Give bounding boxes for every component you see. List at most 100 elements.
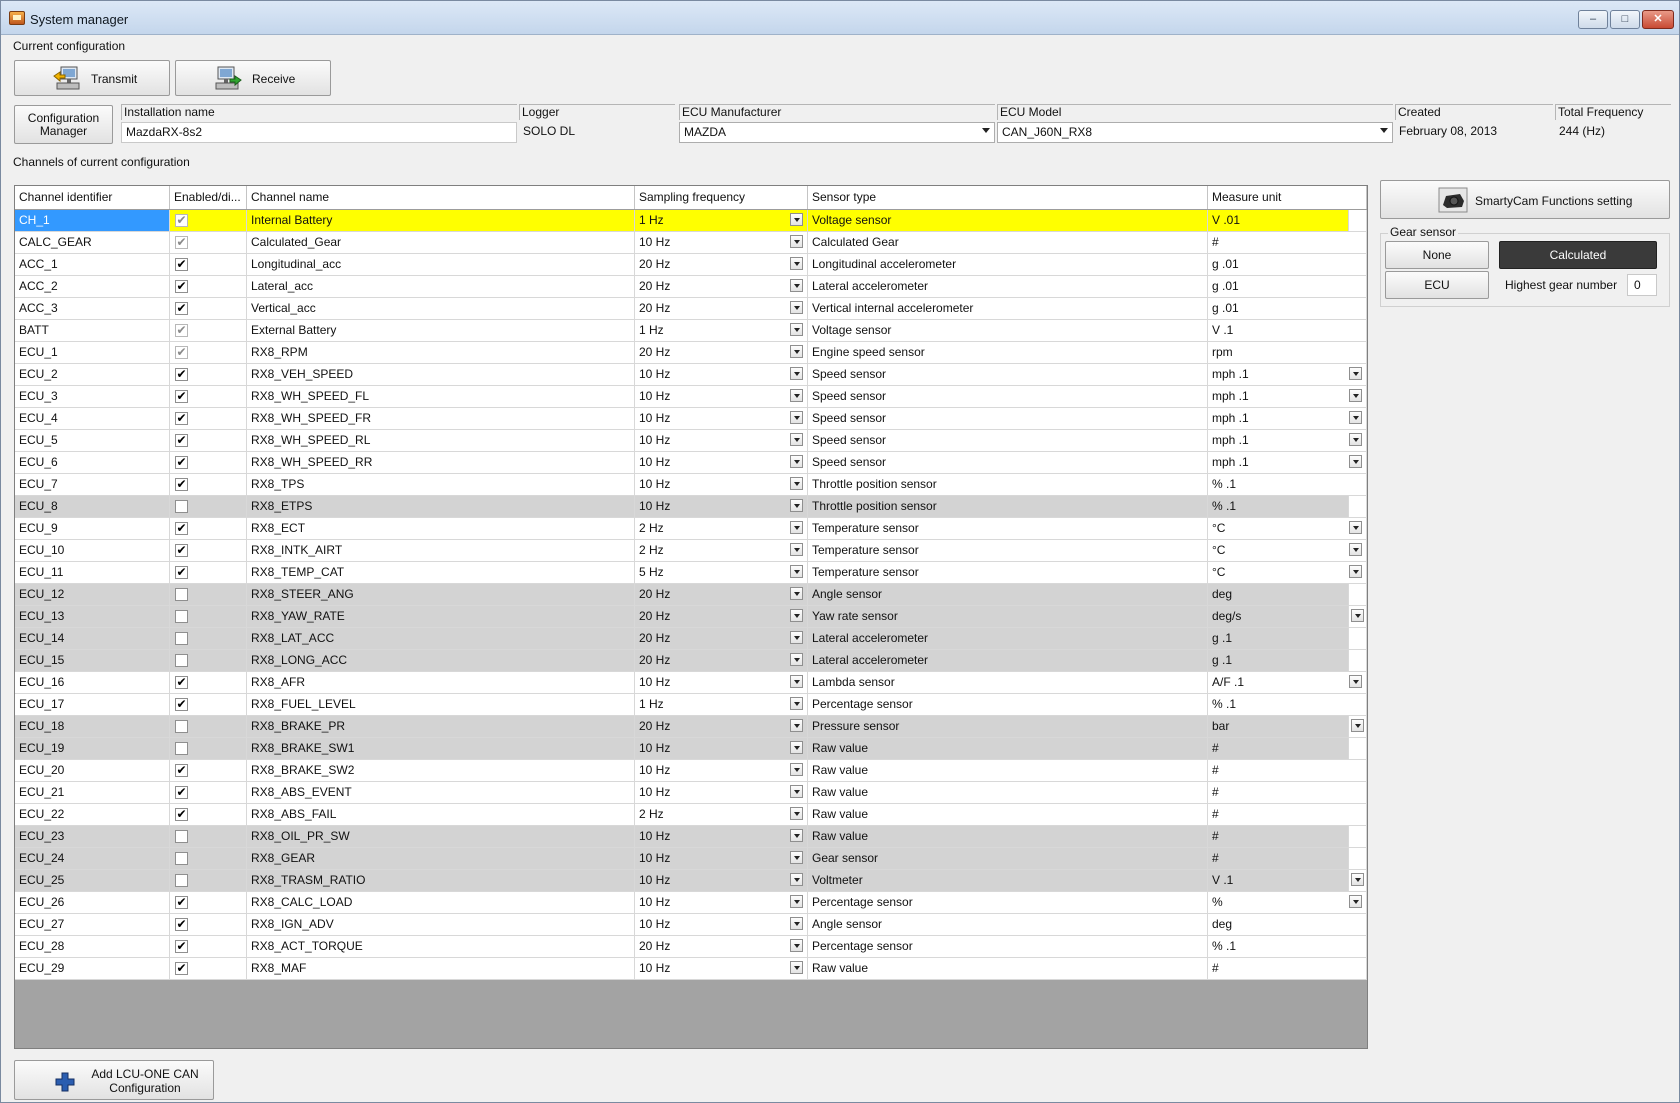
- table-row[interactable]: ACC_1 ✔ Longitudinal_acc 20 Hz Longitudinal …: [15, 254, 1367, 276]
- sensor-type-cell[interactable]: Voltage sensor: [808, 210, 1208, 232]
- channel-name-cell[interactable]: Longitudinal_acc: [247, 254, 635, 276]
- enabled-checkbox[interactable]: [175, 588, 188, 601]
- chevron-down-icon[interactable]: [1349, 675, 1362, 688]
- channel-name-cell[interactable]: RX8_ACT_TORQUE: [247, 936, 635, 958]
- column-header[interactable]: Enabled/di...: [170, 186, 247, 209]
- channel-name-cell[interactable]: RX8_STEER_ANG: [247, 584, 635, 606]
- enabled-cell[interactable]: ✔: [170, 694, 247, 716]
- measure-unit-cell[interactable]: % .1: [1208, 496, 1349, 518]
- channel-name-cell[interactable]: RX8_IGN_ADV: [247, 914, 635, 936]
- sampling-frequency-cell[interactable]: 20 Hz: [635, 650, 808, 672]
- table-row[interactable]: ECU_15 RX8_LONG_ACC 20 Hz Lateral accelerom…: [15, 650, 1367, 672]
- enabled-cell[interactable]: ✔: [170, 342, 247, 364]
- channels-grid[interactable]: Channel identifier Enabled/di... Channel…: [14, 185, 1368, 1049]
- table-row[interactable]: ECU_23 RX8_OIL_PR_SW 10 Hz Raw value #: [15, 826, 1367, 848]
- sampling-frequency-cell[interactable]: 2 Hz: [635, 804, 808, 826]
- channel-name-cell[interactable]: RX8_ABS_FAIL: [247, 804, 635, 826]
- sensor-type-cell[interactable]: Voltmeter: [808, 870, 1208, 892]
- measure-unit-cell[interactable]: deg: [1208, 914, 1367, 936]
- enabled-cell[interactable]: [170, 606, 247, 628]
- sensor-type-cell[interactable]: Speed sensor: [808, 364, 1208, 386]
- measure-unit-cell[interactable]: #: [1208, 848, 1349, 870]
- enabled-cell[interactable]: [170, 628, 247, 650]
- channel-name-cell[interactable]: RX8_MAF: [247, 958, 635, 980]
- chevron-down-icon[interactable]: [790, 939, 803, 952]
- channel-id-cell[interactable]: ECU_5: [15, 430, 170, 452]
- table-row[interactable]: ECU_24 RX8_GEAR 10 Hz Gear sensor #: [15, 848, 1367, 870]
- chevron-down-icon[interactable]: [790, 697, 803, 710]
- sensor-type-cell[interactable]: Voltage sensor: [808, 320, 1208, 342]
- measure-unit-cell[interactable]: V .1: [1208, 320, 1367, 342]
- table-row[interactable]: ECU_7 ✔ RX8_TPS 10 Hz Throttle position sens…: [15, 474, 1367, 496]
- gear-calculated-button[interactable]: Calculated: [1499, 241, 1657, 269]
- channel-name-cell[interactable]: RX8_ABS_EVENT: [247, 782, 635, 804]
- chevron-down-icon[interactable]: [790, 433, 803, 446]
- channel-name-cell[interactable]: RX8_FUEL_LEVEL: [247, 694, 635, 716]
- table-row[interactable]: ECU_3 ✔ RX8_WH_SPEED_FL 10 Hz Speed sensor mp…: [15, 386, 1367, 408]
- chevron-down-icon[interactable]: [1349, 543, 1362, 556]
- sensor-type-cell[interactable]: Temperature sensor: [808, 562, 1208, 584]
- enabled-cell[interactable]: ✔: [170, 452, 247, 474]
- sampling-frequency-cell[interactable]: 5 Hz: [635, 562, 808, 584]
- table-row[interactable]: ECU_9 ✔ RX8_ECT 2 Hz Temperature sensor °C: [15, 518, 1367, 540]
- measure-unit-cell[interactable]: #: [1208, 738, 1349, 760]
- sensor-type-cell[interactable]: Angle sensor: [808, 584, 1208, 606]
- enabled-checkbox[interactable]: ✔: [175, 940, 188, 953]
- table-row[interactable]: ECU_8 RX8_ETPS 10 Hz Throttle position sens…: [15, 496, 1367, 518]
- channel-name-cell[interactable]: RX8_AFR: [247, 672, 635, 694]
- measure-unit-cell[interactable]: deg: [1208, 584, 1349, 606]
- sampling-frequency-cell[interactable]: 20 Hz: [635, 254, 808, 276]
- channel-id-cell[interactable]: ECU_8: [15, 496, 170, 518]
- chevron-down-icon[interactable]: [790, 411, 803, 424]
- maximize-button[interactable]: □: [1610, 10, 1640, 29]
- sensor-type-cell[interactable]: Raw value: [808, 760, 1208, 782]
- table-row[interactable]: ACC_3 ✔ Vertical_acc 20 Hz Vertical internal…: [15, 298, 1367, 320]
- table-row[interactable]: ECU_21 ✔ RX8_ABS_EVENT 10 Hz Raw value #: [15, 782, 1367, 804]
- enabled-checkbox[interactable]: [175, 852, 188, 865]
- transmit-button[interactable]: Transmit: [14, 60, 170, 96]
- table-row[interactable]: ECU_26 ✔ RX8_CALC_LOAD 10 Hz Percentage sens…: [15, 892, 1367, 914]
- chevron-down-icon[interactable]: [790, 785, 803, 798]
- chevron-down-icon[interactable]: [790, 301, 803, 314]
- measure-unit-cell[interactable]: A/F .1: [1208, 672, 1367, 694]
- sensor-type-cell[interactable]: Speed sensor: [808, 386, 1208, 408]
- channel-name-cell[interactable]: RX8_WH_SPEED_FR: [247, 408, 635, 430]
- table-row[interactable]: ECU_10 ✔ RX8_INTK_AIRT 2 Hz Temperature sens…: [15, 540, 1367, 562]
- channel-name-cell[interactable]: RX8_BRAKE_SW2: [247, 760, 635, 782]
- table-row[interactable]: ECU_2 ✔ RX8_VEH_SPEED 10 Hz Speed sensor mph …: [15, 364, 1367, 386]
- sampling-frequency-cell[interactable]: 20 Hz: [635, 342, 808, 364]
- sampling-frequency-cell[interactable]: 10 Hz: [635, 848, 808, 870]
- sampling-frequency-cell[interactable]: 10 Hz: [635, 958, 808, 980]
- sampling-frequency-cell[interactable]: 10 Hz: [635, 430, 808, 452]
- table-row[interactable]: ECU_13 RX8_YAW_RATE 20 Hz Yaw rate sensor de…: [15, 606, 1367, 628]
- sensor-type-cell[interactable]: Throttle position sensor: [808, 496, 1208, 518]
- chevron-down-icon[interactable]: [790, 653, 803, 666]
- table-row[interactable]: ECU_29 ✔ RX8_MAF 10 Hz Raw value #: [15, 958, 1367, 980]
- sensor-type-cell[interactable]: Percentage sensor: [808, 936, 1208, 958]
- enabled-cell[interactable]: [170, 650, 247, 672]
- sampling-frequency-cell[interactable]: 10 Hz: [635, 496, 808, 518]
- enabled-checkbox[interactable]: ✔: [175, 324, 188, 337]
- enabled-cell[interactable]: ✔: [170, 936, 247, 958]
- measure-unit-cell[interactable]: deg/s: [1208, 606, 1349, 628]
- channel-name-cell[interactable]: RX8_LONG_ACC: [247, 650, 635, 672]
- channel-name-cell[interactable]: RX8_WH_SPEED_RR: [247, 452, 635, 474]
- sampling-frequency-cell[interactable]: 10 Hz: [635, 892, 808, 914]
- highest-gear-input[interactable]: 0: [1627, 274, 1657, 296]
- chevron-down-icon[interactable]: [790, 829, 803, 842]
- sampling-frequency-cell[interactable]: 10 Hz: [635, 672, 808, 694]
- enabled-checkbox[interactable]: ✔: [175, 478, 188, 491]
- chevron-down-icon[interactable]: [1349, 411, 1362, 424]
- enabled-checkbox[interactable]: [175, 500, 188, 513]
- table-row[interactable]: ECU_22 ✔ RX8_ABS_FAIL 2 Hz Raw value #: [15, 804, 1367, 826]
- measure-unit-cell[interactable]: #: [1208, 760, 1367, 782]
- sampling-frequency-cell[interactable]: 2 Hz: [635, 518, 808, 540]
- sampling-frequency-cell[interactable]: 10 Hz: [635, 364, 808, 386]
- chevron-down-icon[interactable]: [790, 961, 803, 974]
- table-row[interactable]: ACC_2 ✔ Lateral_acc 20 Hz Lateral accelerome…: [15, 276, 1367, 298]
- enabled-checkbox[interactable]: ✔: [175, 434, 188, 447]
- sensor-type-cell[interactable]: Vertical internal accelerometer: [808, 298, 1208, 320]
- measure-unit-cell[interactable]: %: [1208, 892, 1367, 914]
- enabled-checkbox[interactable]: ✔: [175, 544, 188, 557]
- enabled-cell[interactable]: ✔: [170, 672, 247, 694]
